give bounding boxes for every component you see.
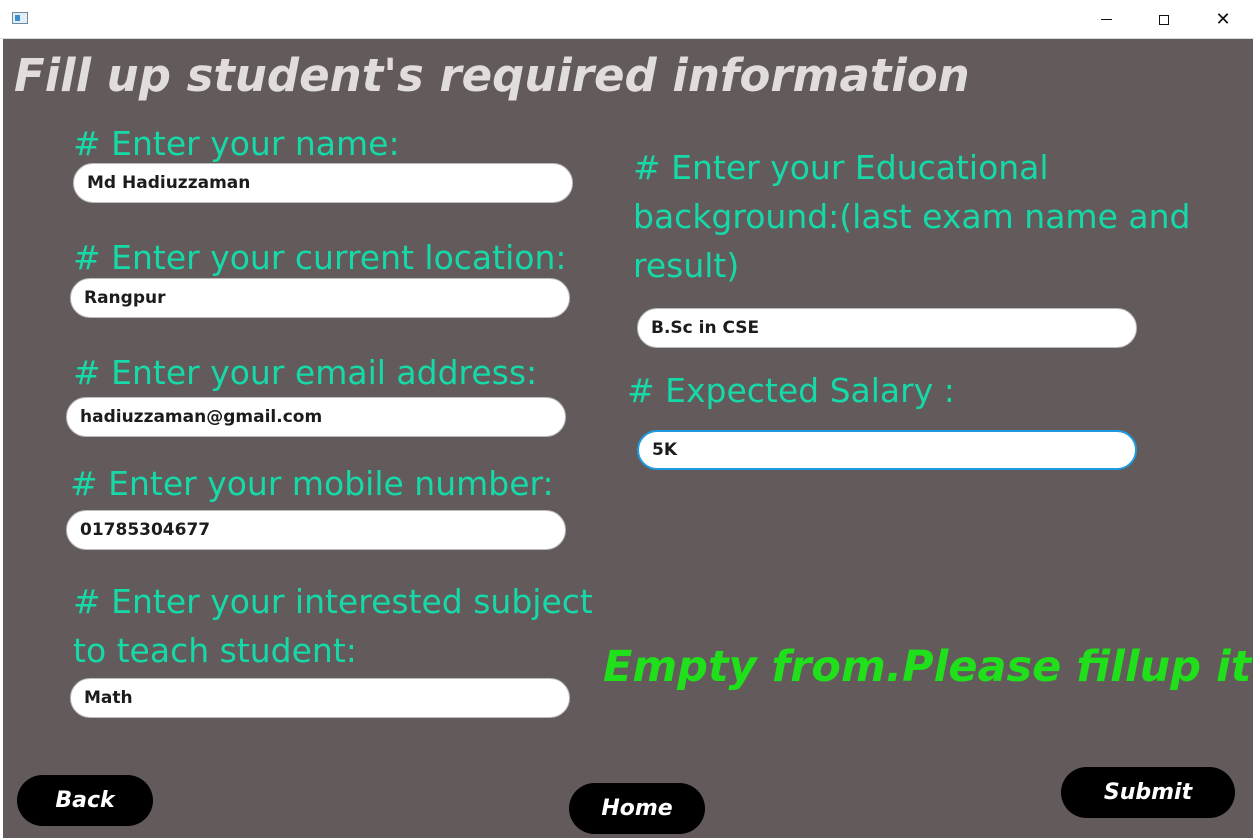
subject-input[interactable] (70, 678, 570, 718)
education-input[interactable] (637, 308, 1137, 348)
mobile-input[interactable] (66, 510, 566, 550)
back-button[interactable]: Back (17, 775, 153, 826)
education-label: # Enter your Educational background:(las… (633, 148, 1191, 285)
email-input[interactable] (66, 397, 566, 437)
page-title: Fill up student's required information (14, 49, 970, 102)
subject-label: # Enter your interested subject to teach… (73, 582, 593, 670)
name-input[interactable] (73, 163, 573, 203)
close-icon[interactable]: ✕ (1194, 0, 1252, 39)
window-titlebar: ✕ (0, 0, 1254, 39)
email-label: # Enter your email address: (73, 353, 538, 392)
submit-button[interactable]: Submit (1061, 767, 1235, 818)
minimize-icon[interactable] (1077, 0, 1135, 39)
salary-label: # Expected Salary : (627, 371, 955, 410)
mobile-label: # Enter your mobile number: (70, 464, 554, 503)
location-label: # Enter your current location: (73, 238, 567, 277)
location-input[interactable] (70, 278, 570, 318)
salary-input[interactable] (637, 430, 1137, 470)
name-label: # Enter your name: (73, 124, 400, 163)
validation-message: Empty from.Please fillup it (603, 642, 1252, 692)
app-window-icon (12, 12, 28, 24)
form-panel: Fill up student's required information #… (3, 39, 1253, 838)
home-button[interactable]: Home (569, 783, 705, 834)
maximize-icon[interactable] (1135, 0, 1193, 39)
